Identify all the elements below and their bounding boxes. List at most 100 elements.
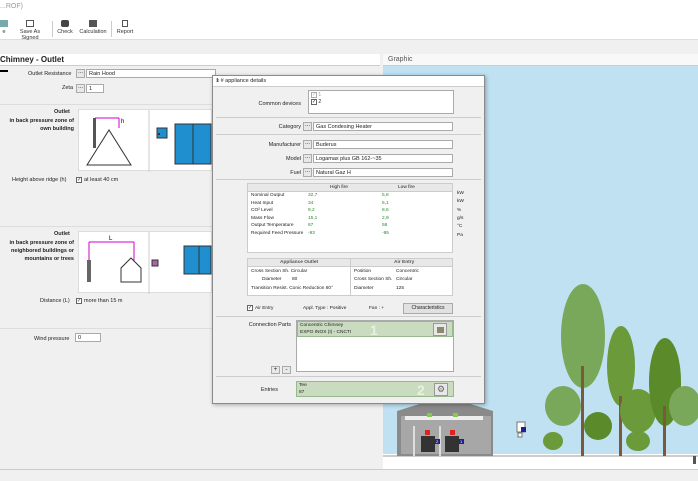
- common-device-label: 2: [318, 99, 322, 105]
- entries-label: Entries: [260, 387, 278, 393]
- table-cell-label: CO² Level: [251, 208, 273, 213]
- gear-icon[interactable]: ⚙: [434, 383, 448, 396]
- toolbar-label: Calculation: [79, 29, 107, 35]
- performance-units: kW kW% g/s °C Pa: [455, 191, 475, 253]
- report-button[interactable]: Report: [115, 20, 135, 38]
- common-device-item[interactable]: ✓ 2: [311, 99, 451, 106]
- wind-pressure-label: Wind pressure: [34, 336, 70, 342]
- remove-part-button[interactable]: -: [282, 366, 291, 374]
- manufacturer-picker-button[interactable]: ...: [303, 140, 312, 149]
- save-as-signed-button[interactable]: Save As Signed: [11, 20, 49, 41]
- table-cell-unit: kW: [457, 191, 464, 196]
- height-above-ridge-label: Height above ridge (h): [12, 177, 67, 183]
- category-field[interactable]: Gas Condesing Heater: [313, 122, 453, 131]
- outlet-icon: [0, 70, 8, 72]
- manufacturer-label: Manufacturer: [268, 142, 301, 148]
- model-field[interactable]: Logamax plus GB 162-~35: [313, 154, 453, 163]
- fuel-picker-button[interactable]: ...: [303, 168, 312, 177]
- outlet1-title: Outlet: [54, 109, 70, 115]
- entries-item[interactable]: Tee 87 2 ⚙: [296, 381, 454, 398]
- section-divider: [216, 179, 481, 180]
- toolbar-label: Report: [116, 29, 134, 35]
- performance-rows: Nominal Output 32,7 5,8 Heat Input 34 6,1 CO² …: [248, 192, 452, 237]
- table-cell-unit: %: [457, 207, 462, 213]
- table-cell-high: 67: [308, 223, 314, 228]
- signed-save-icon: [26, 20, 34, 27]
- table-cell-low: -95: [382, 230, 389, 236]
- table-cell-unit: g/s: [457, 215, 464, 221]
- ae-diameter-label: Diameter: [354, 286, 374, 291]
- calculation-button[interactable]: Calculation: [78, 20, 108, 38]
- common-devices-list[interactable]: ✓ 1 ✓ 2: [308, 90, 454, 114]
- table-row: Output Temperature 67 58: [248, 222, 452, 230]
- manufacturer-field[interactable]: Buderus: [313, 140, 453, 149]
- model-label: Model: [286, 156, 301, 162]
- category-picker-button[interactable]: ...: [303, 122, 312, 131]
- ao-transition: Transition Resist. Conic Reduction 60°: [251, 286, 333, 291]
- page-title: Chimney - Outlet: [0, 55, 65, 64]
- connection-part-number: 1: [370, 322, 378, 338]
- performance-table-header: [248, 184, 452, 192]
- window-title: ...ROF): [0, 3, 23, 10]
- zeta-label: Zeta: [62, 85, 74, 91]
- outlet1-description: in back pressure zone of own building: [9, 118, 75, 132]
- close-icon[interactable]: ×: [216, 78, 481, 84]
- dialog-titlebar: 1 # appliance details ×: [213, 76, 484, 87]
- left-panel-header: Chimney - Outlet: [0, 54, 380, 66]
- ao-diameter-label: Diameter: [262, 277, 282, 282]
- table-cell-high: 32,7: [308, 193, 318, 198]
- badge-marker: [450, 430, 455, 435]
- zeta-field[interactable]: 1: [86, 84, 104, 93]
- table-cell-unit: °C: [457, 224, 463, 230]
- wind-pressure-field[interactable]: 0: [75, 333, 101, 342]
- air-entry-checkbox[interactable]: ✓: [247, 305, 253, 311]
- connection-part-item[interactable]: Concentric Chimney EXPO INOX (I) - CNCTI…: [297, 321, 453, 338]
- table-cell-label: Nominal Output: [251, 193, 285, 198]
- common-device-label: 1: [318, 92, 322, 98]
- connection-part-title: Concentric Chimney: [300, 323, 344, 328]
- outlet2-title: Outlet: [54, 231, 70, 237]
- fuel-field[interactable]: Natural Gaz H: [313, 168, 453, 177]
- graphic-title: Graphic: [388, 56, 413, 63]
- model-picker-button[interactable]: ...: [303, 154, 312, 163]
- distance-checkbox[interactable]: ✓: [76, 298, 82, 304]
- add-part-button[interactable]: +: [271, 366, 280, 374]
- appliance-outlet-title: Appliance Outlet: [280, 260, 319, 265]
- window-titlebar: ...ROF): [0, 0, 698, 18]
- table-cell-high: -93: [308, 230, 315, 236]
- ao-diameter-value: 80: [292, 277, 298, 282]
- fuel-label: Fuel: [290, 170, 301, 176]
- toolbar-divider: [111, 21, 112, 37]
- toolbar-button-0[interactable]: e: [0, 20, 8, 38]
- toolbar: e Save As Signed Check Calculation Repor…: [0, 18, 698, 41]
- table-cell-high: 34: [308, 200, 314, 206]
- save-icon: [0, 20, 8, 27]
- outlet2-dim-label: L: [109, 236, 113, 242]
- fan-text: Fan : +: [369, 306, 385, 311]
- common-device-item[interactable]: ✓ 1: [311, 92, 451, 99]
- outlet2-illustration: L: [78, 231, 212, 294]
- outlet1-illustration: h: [78, 109, 212, 172]
- outlet-resistance-picker-button[interactable]: ...: [76, 69, 85, 78]
- column-divider: [350, 259, 351, 295]
- common-devices-label: Common devices: [258, 101, 302, 107]
- table-cell-low: 2,9: [382, 215, 389, 221]
- check-button[interactable]: Check: [55, 20, 75, 38]
- section-divider: [216, 376, 481, 377]
- calculator-icon: [89, 20, 97, 27]
- ao-cross-section: Cross Section Sh. Circular: [251, 269, 308, 274]
- chimney-part-icon[interactable]: [433, 323, 447, 336]
- zeta-picker-button[interactable]: ...: [76, 84, 85, 93]
- table-row: Required Feed Pressure -93 -95: [248, 230, 452, 238]
- toolbar-divider: [52, 21, 53, 37]
- outlet1-dim-label: h: [121, 119, 124, 125]
- distance-label: Distance (L): [40, 298, 70, 304]
- section-divider: [216, 134, 481, 135]
- outlet-resistance-field[interactable]: Rain Hood: [86, 69, 216, 78]
- table-cell-high: 9,2: [308, 208, 315, 213]
- height-above-ridge-checkbox[interactable]: ✓: [76, 177, 82, 183]
- table-cell-unit: kW: [457, 199, 464, 205]
- table-cell-low: 58: [382, 223, 388, 228]
- characteristics-button[interactable]: Characteristics: [403, 303, 453, 314]
- distance-value: more than 15 m: [84, 298, 123, 304]
